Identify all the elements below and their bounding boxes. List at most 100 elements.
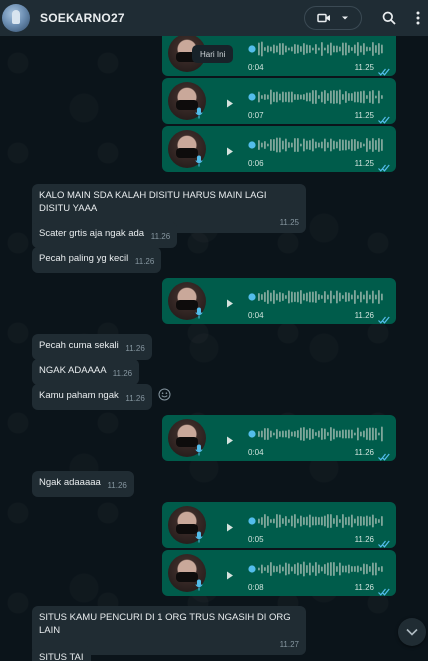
waveform-bar xyxy=(276,137,278,153)
avatar[interactable] xyxy=(2,4,30,32)
voice-message[interactable]: 0:04 11.26 xyxy=(162,415,396,461)
waveform-bar xyxy=(327,142,329,148)
waveform-bar xyxy=(330,514,332,528)
waveform-bar xyxy=(267,290,269,304)
waveform-bar xyxy=(363,43,365,55)
waveform-bar xyxy=(321,42,323,56)
waveform-bar xyxy=(276,293,278,301)
video-call-button[interactable] xyxy=(304,6,362,30)
play-icon[interactable] xyxy=(226,519,234,537)
waveform-bar xyxy=(264,47,266,51)
waveform-bar xyxy=(312,47,314,51)
play-icon[interactable] xyxy=(226,295,234,313)
mic-icon xyxy=(195,154,203,172)
waveform-bar xyxy=(324,47,326,51)
waveform-bar xyxy=(303,561,305,577)
waveform[interactable] xyxy=(248,288,384,306)
voice-message[interactable]: 0:05 11.26 xyxy=(162,502,396,548)
progress-dot[interactable] xyxy=(248,517,256,525)
waveform-bar xyxy=(339,519,341,523)
waveform-bar xyxy=(309,428,311,440)
waveform-bar xyxy=(381,516,383,526)
waveform-bar xyxy=(297,138,299,152)
incoming-message[interactable]: Scater grtis aja ngak ada 11.26 xyxy=(32,222,178,248)
waveform-bar xyxy=(312,565,314,573)
incoming-message[interactable]: Kamu paham ngak 11.26 xyxy=(32,384,152,410)
waveform[interactable] xyxy=(248,512,384,530)
play-icon[interactable] xyxy=(226,432,234,450)
waveform-bar xyxy=(291,566,293,572)
waveform-bar xyxy=(282,91,284,103)
voice-message[interactable]: 0:06 11.25 xyxy=(162,126,396,172)
waveform-bar xyxy=(309,291,311,303)
progress-dot[interactable] xyxy=(248,293,256,301)
incoming-message[interactable]: SITUS TAI xyxy=(32,646,91,661)
incoming-message[interactable]: NGAK ADAAAA 11.26 xyxy=(32,359,140,385)
waveform-bar xyxy=(318,95,320,99)
progress-dot[interactable] xyxy=(248,45,256,53)
waveform-bar xyxy=(327,514,329,528)
waveform-bar xyxy=(381,566,383,572)
scroll-to-bottom-button[interactable] xyxy=(398,618,426,646)
waveform-bar xyxy=(375,518,377,524)
message-text: Ngak adaaaaa xyxy=(39,477,101,488)
progress-dot[interactable] xyxy=(248,430,256,438)
waveform-bar xyxy=(363,90,365,104)
message-time: 11.26 xyxy=(107,481,127,490)
emoji-reaction-icon[interactable] xyxy=(158,388,171,406)
progress-dot[interactable] xyxy=(248,93,256,101)
message-time: 11.27 xyxy=(279,640,299,649)
waveform-bar xyxy=(309,92,311,102)
contact-name[interactable]: SOEKARNO27 xyxy=(40,11,304,25)
waveform-bar xyxy=(324,291,326,303)
waveform-bar xyxy=(330,90,332,104)
waveform-bar xyxy=(282,518,284,524)
search-icon[interactable] xyxy=(382,11,396,25)
voice-message[interactable]: 0:08 11.26 xyxy=(162,550,396,596)
waveform-bar xyxy=(348,516,350,526)
read-ticks-icon xyxy=(378,448,390,466)
mic-icon xyxy=(195,306,203,324)
message-text: Pecah paling yg kecil xyxy=(39,253,129,264)
waveform[interactable] xyxy=(248,88,384,106)
waveform-bar xyxy=(315,432,317,436)
play-icon[interactable] xyxy=(226,143,234,161)
waveform-bar xyxy=(282,430,284,438)
waveform-bar xyxy=(288,429,290,439)
waveform[interactable] xyxy=(248,560,384,578)
voice-message[interactable]: 0:04 11.26 xyxy=(162,278,396,324)
waveform-bar xyxy=(327,562,329,576)
voice-message[interactable]: 0:07 11.25 xyxy=(162,78,396,124)
waveform-bar xyxy=(258,567,260,571)
waveform-bar xyxy=(288,519,290,523)
waveform-bar xyxy=(330,42,332,56)
incoming-message[interactable]: Pecah cuma sekali 11.26 xyxy=(32,334,152,360)
progress-dot[interactable] xyxy=(248,565,256,573)
waveform-bar xyxy=(378,290,380,304)
waveform-bar xyxy=(333,518,335,524)
play-icon[interactable] xyxy=(226,95,234,113)
play-icon[interactable] xyxy=(226,567,234,585)
waveform-bar xyxy=(354,44,356,54)
waveform-bar xyxy=(276,91,278,103)
progress-dot[interactable] xyxy=(248,141,256,149)
waveform-bar xyxy=(372,138,374,152)
voice-duration: 0:04 xyxy=(248,448,264,457)
waveform-bar xyxy=(354,290,356,304)
waveform-bar xyxy=(369,427,371,441)
waveform[interactable] xyxy=(248,425,384,443)
more-vertical-icon[interactable] xyxy=(416,11,420,25)
incoming-message[interactable]: Pecah paling yg kecil 11.26 xyxy=(32,247,162,273)
waveform-bar xyxy=(351,294,353,300)
waveform[interactable] xyxy=(248,136,384,154)
waveform[interactable] xyxy=(248,40,384,58)
incoming-message[interactable]: Ngak adaaaaa 11.26 xyxy=(32,471,134,497)
waveform-bar xyxy=(375,140,377,150)
waveform-bar xyxy=(351,514,353,528)
waveform-bar xyxy=(378,138,380,152)
message-text: KALO MAIN SDA KALAH DISITU HARUS MAIN LA… xyxy=(39,190,267,214)
waveform-bar xyxy=(258,91,260,103)
chat-area[interactable]: 0:04 11.25 Hari Ini 0:07 11.25 0:06 11.2… xyxy=(0,36,428,661)
waveform-bar xyxy=(267,516,269,526)
waveform-bar xyxy=(258,293,260,301)
